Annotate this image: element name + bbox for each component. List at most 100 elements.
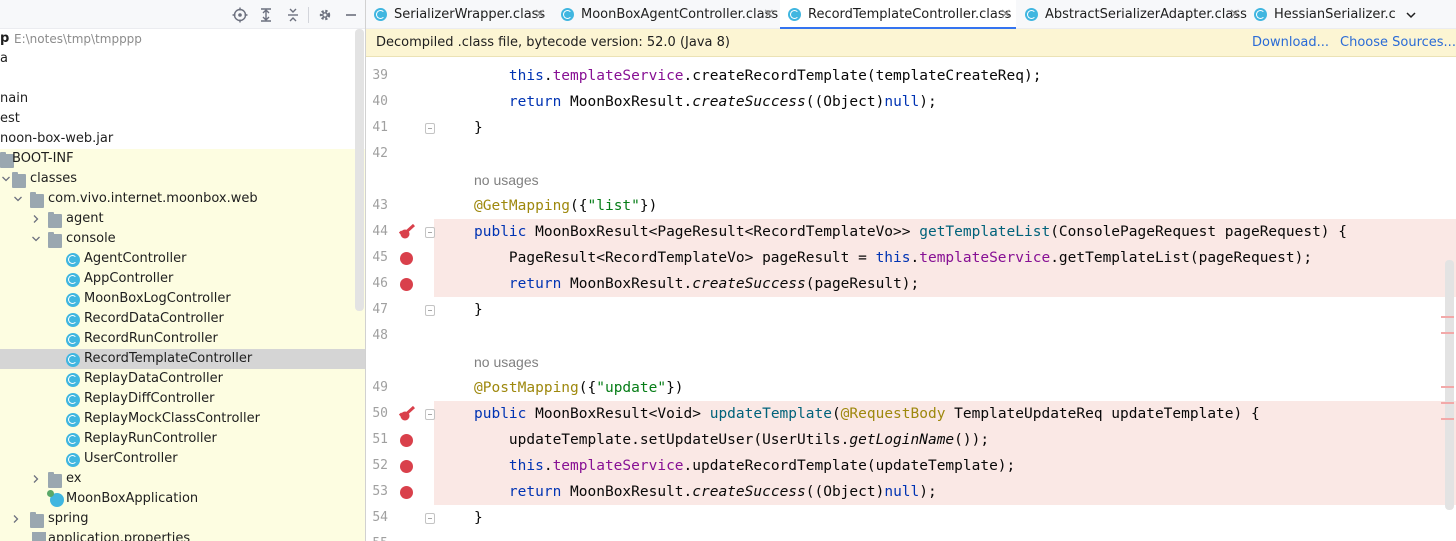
fold-icon[interactable] — [425, 409, 435, 420]
tree-item[interactable]: noon-box-web.jar — [0, 129, 365, 149]
close-icon[interactable]: × — [1000, 0, 1012, 29]
close-icon[interactable]: × — [763, 0, 775, 29]
chevron-down-icon[interactable] — [1402, 6, 1420, 24]
chevron-right-icon[interactable] — [12, 515, 20, 523]
usage-hint-line[interactable]: no usages — [366, 167, 1456, 193]
close-icon[interactable]: × — [1229, 0, 1241, 29]
project-scrollbar[interactable] — [355, 29, 364, 311]
code-line[interactable]: 39 this.templateService.createRecordTemp… — [366, 63, 1456, 89]
fold-icon[interactable] — [425, 123, 435, 134]
tab-serializer-wrapper[interactable]: SerializerWrapper.class × — [366, 0, 552, 29]
tree-item-class[interactable]: MoonBoxLogController — [0, 289, 365, 309]
chevron-right-icon[interactable] — [32, 215, 40, 223]
code-line[interactable]: 50 public MoonBoxResult<Void> updateTempl… — [366, 401, 1456, 427]
class-icon — [66, 373, 80, 387]
code-line[interactable]: 53 return MoonBoxResult.createSuccess((O… — [366, 479, 1456, 505]
code-line[interactable]: 44 public MoonBoxResult<PageResult<Record… — [366, 219, 1456, 245]
fold-icon[interactable] — [425, 227, 435, 238]
class-icon — [66, 433, 80, 447]
tree-item-class[interactable]: RecordRunController — [0, 329, 365, 349]
tree-item-classes[interactable]: classes — [0, 169, 365, 189]
breakpoint-icon[interactable] — [400, 486, 413, 499]
breakpoint-icon[interactable] — [400, 434, 413, 447]
tree-item-class[interactable]: AgentController — [0, 249, 365, 269]
chevron-down-icon[interactable] — [32, 235, 40, 243]
gutter[interactable] — [366, 167, 434, 193]
tab-abstract-serializer-adapter[interactable]: AbstractSerializerAdapter.class × — [1017, 0, 1247, 29]
tab-record-template-controller[interactable]: RecordTemplateController.class × — [780, 0, 1016, 30]
code-line[interactable]: 43 @GetMapping({"list"}) — [366, 193, 1456, 219]
tree-item-ex[interactable]: ex — [0, 469, 365, 489]
code-line[interactable]: 52 this.templateService.updateRecordTemp… — [366, 453, 1456, 479]
tree-item-label: a — [0, 51, 8, 66]
no-usages-hint[interactable]: no usages — [474, 349, 539, 375]
error-stripe-mark[interactable] — [1441, 316, 1454, 318]
tree-item-class[interactable]: RecordDataController — [0, 309, 365, 329]
usage-hint-line[interactable]: no usages — [366, 349, 1456, 375]
code-line[interactable]: 46 return MoonBoxResult.createSuccess(pa… — [366, 271, 1456, 297]
line-number: 53 — [372, 484, 388, 499]
code-line[interactable]: 51 updateTemplate.setUpdateUser(UserUtil… — [366, 427, 1456, 453]
error-stripe-mark[interactable] — [1441, 418, 1454, 420]
fold-icon[interactable] — [425, 513, 435, 524]
tree-item-class[interactable]: ReplayMockClassController — [0, 409, 365, 429]
code-line[interactable]: 41} — [366, 115, 1456, 141]
tree-item-agent[interactable]: agent — [0, 209, 365, 229]
code-line[interactable]: 54} — [366, 505, 1456, 531]
tree-item-class[interactable]: ReplayDiffController — [0, 389, 365, 409]
decompiled-banner: Decompiled .class file, bytecode version… — [366, 29, 1456, 57]
tree-item-label: BOOT-INF — [12, 151, 74, 166]
tree-item[interactable]: est — [0, 109, 365, 129]
tree-item-app[interactable]: MoonBoxApplication — [0, 489, 365, 509]
tree-item[interactable]: a — [0, 49, 365, 69]
tree-item-class[interactable]: ReplayDataController — [0, 369, 365, 389]
no-usages-hint[interactable]: no usages — [474, 167, 539, 193]
expand-all-icon[interactable] — [257, 6, 275, 24]
error-stripe-mark[interactable] — [1441, 402, 1454, 404]
chevron-right-icon[interactable] — [32, 475, 40, 483]
code-line[interactable]: 49 @PostMapping({"update"}) — [366, 375, 1456, 401]
tree-item-console[interactable]: console — [0, 229, 365, 249]
chevron-down-icon[interactable] — [2, 175, 10, 183]
locate-icon[interactable] — [231, 6, 249, 24]
breakpoint-icon[interactable] — [400, 278, 413, 291]
tree-item[interactable]: nain — [0, 89, 365, 109]
gear-icon[interactable] — [316, 6, 334, 24]
breakpoint-icon[interactable] — [400, 252, 413, 265]
minimize-icon[interactable] — [342, 6, 360, 24]
fold-icon[interactable] — [425, 305, 435, 316]
code-line[interactable]: 42 — [366, 141, 1456, 167]
tab-hessian-serializer[interactable]: HessianSerializer.clas — [1246, 0, 1396, 29]
code-line[interactable]: 55 — [366, 531, 1456, 541]
tree-item-spring[interactable]: spring — [0, 509, 365, 529]
code-line[interactable]: 47} — [366, 297, 1456, 323]
tab-moonbox-agent-controller[interactable]: MoonBoxAgentController.class × — [553, 0, 779, 29]
code-line[interactable]: 48 — [366, 323, 1456, 349]
tree-item-boot-inf[interactable]: BOOT-INF — [0, 149, 365, 169]
chevron-down-icon[interactable] — [14, 195, 22, 203]
tree-item-class[interactable]: ReplayRunController — [0, 429, 365, 449]
code-editor[interactable]: 39 this.templateService.createRecordTemp… — [366, 57, 1456, 541]
error-stripe-mark[interactable] — [1441, 332, 1454, 334]
code-line[interactable]: 40 return MoonBoxResult.createSuccess((O… — [366, 89, 1456, 115]
close-icon[interactable]: × — [534, 0, 546, 29]
download-link[interactable]: Download... — [1252, 29, 1329, 56]
error-stripe-mark[interactable] — [1441, 386, 1454, 388]
tree-item-package[interactable]: com.vivo.internet.moonbox.web — [0, 189, 365, 209]
breakpoint-icon[interactable] — [400, 460, 413, 473]
method-breakpoint-icon[interactable] — [399, 224, 415, 240]
collapse-all-icon[interactable] — [284, 6, 302, 24]
code-line[interactable]: 45 PageResult<RecordTemplateVo> pageResu… — [366, 245, 1456, 271]
tree-item-class-selected[interactable]: RecordTemplateController — [0, 349, 365, 369]
gutter[interactable] — [366, 349, 434, 375]
editor-tab-bar: SerializerWrapper.class × MoonBoxAgentCo… — [366, 0, 1456, 30]
tree-item-root[interactable]: p E:\notes\tmp\tmpppp — [0, 29, 365, 49]
tree-item-properties[interactable]: application.properties — [0, 529, 365, 541]
choose-sources-link[interactable]: Choose Sources... — [1340, 29, 1456, 56]
code-text: this.templateService.updateRecordTemplat… — [508, 458, 1016, 474]
tab-label: AbstractSerializerAdapter.class — [1045, 7, 1247, 22]
method-breakpoint-icon[interactable] — [399, 406, 415, 422]
editor-scrollbar[interactable] — [1445, 260, 1454, 510]
tree-item-class[interactable]: UserController — [0, 449, 365, 469]
tree-item-class[interactable]: AppController — [0, 269, 365, 289]
